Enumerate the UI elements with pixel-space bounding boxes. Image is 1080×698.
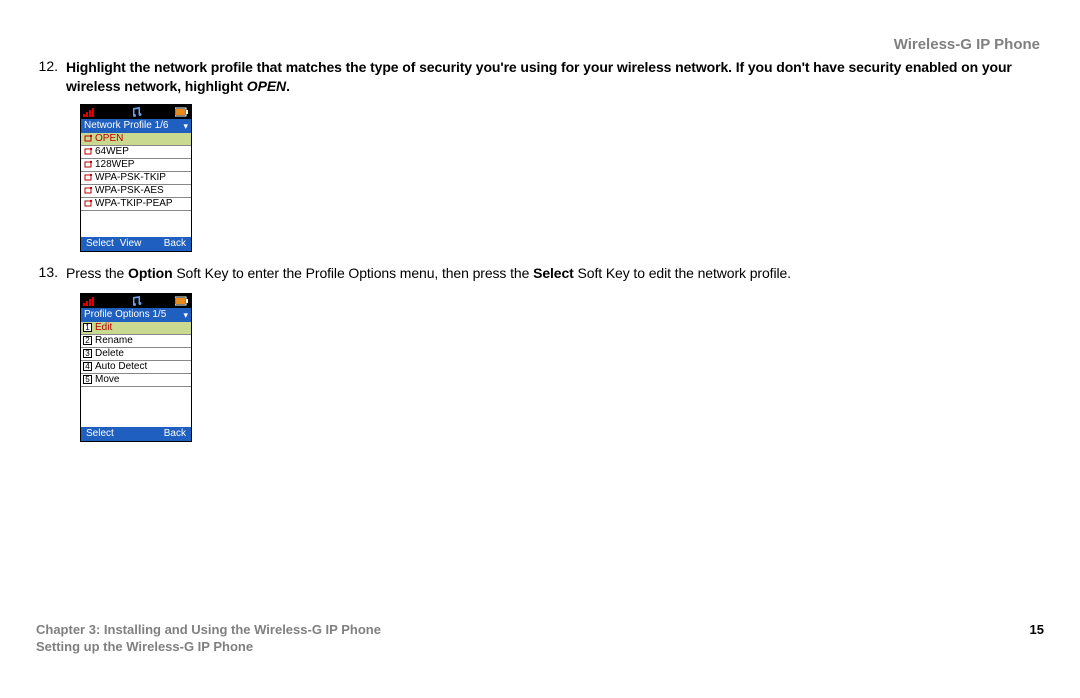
s13-p1: Press the [66, 265, 128, 281]
phone1-title: Network Profile 1/6 [84, 119, 168, 133]
phone1-row-open: OPEN [81, 133, 191, 146]
phone2-row-4-label: Move [95, 374, 119, 386]
phone-status-bar [81, 294, 191, 308]
phone1-softkey-center: View [117, 238, 145, 249]
phone1-softkey-right: Back [161, 238, 189, 249]
phone1-list: OPEN 64WEP 128WEP WPA-PSK-TKIP WPA-PSK-A… [81, 133, 191, 211]
phone1-row-3-label: WPA-PSK-TKIP [95, 172, 166, 184]
footer-page-number: 15 [1030, 622, 1044, 637]
step-13: 13. Press the Option Soft Key to enter t… [36, 264, 1044, 283]
phone1-row-4-label: WPA-PSK-AES [95, 185, 164, 197]
profile-icon [83, 186, 93, 196]
profile-icon [83, 160, 93, 170]
phone-screenshot-profile-options: Profile Options 1/5 ▾ 1 Edit 2 Rename 3 … [80, 293, 192, 442]
phone2-row-0-label: Edit [95, 322, 112, 334]
phone1-softkey-bar: Select View Back [81, 237, 191, 251]
step-12-open-word: OPEN [247, 78, 286, 94]
phone1-row-2-label: 128WEP [95, 159, 134, 171]
phone1-row-5-label: WPA-TKIP-PEAP [95, 198, 173, 210]
phone2-row-3-label: Auto Detect [95, 361, 147, 373]
s13-b1: Option [128, 265, 173, 281]
battery-icon [175, 107, 189, 117]
footer-section: Setting up the Wireless-G IP Phone [36, 639, 1044, 654]
row-index-3: 3 [83, 349, 92, 358]
phone2-row-edit: 1 Edit [81, 322, 191, 335]
s13-b2: Select [533, 265, 574, 281]
phone1-row-0-label: OPEN [95, 133, 123, 145]
phone2-softkey-right: Back [161, 428, 189, 439]
step-12-text-after: . [286, 78, 290, 94]
step-12-number: 12. [36, 58, 66, 96]
phone1-row-wpa-tkip-peap: WPA-TKIP-PEAP [81, 198, 191, 211]
signal-icon [83, 296, 97, 306]
phone1-row-64wep: 64WEP [81, 146, 191, 159]
row-index-4: 4 [83, 362, 92, 371]
phone2-title: Profile Options 1/5 [84, 308, 166, 322]
phone1-row-wpa-psk-tkip: WPA-PSK-TKIP [81, 172, 191, 185]
phone2-row-delete: 3 Delete [81, 348, 191, 361]
music-icon [130, 296, 142, 306]
phone-screenshot-network-profile: Network Profile 1/6 ▾ OPEN 64WEP 128WEP [80, 104, 192, 252]
row-index-5: 5 [83, 375, 92, 384]
footer-chapter: Chapter 3: Installing and Using the Wire… [36, 622, 381, 637]
phone1-row-wpa-psk-aes: WPA-PSK-AES [81, 185, 191, 198]
phone2-list: 1 Edit 2 Rename 3 Delete 4 Auto Detect 5 [81, 322, 191, 387]
phone2-row-1-label: Rename [95, 335, 133, 347]
profile-icon [83, 199, 93, 209]
phone2-row-2-label: Delete [95, 348, 124, 360]
phone2-softkey-left: Select [83, 428, 117, 439]
signal-icon [83, 107, 97, 117]
arrow-down-icon: ▾ [183, 119, 188, 133]
phone-title-bar: Network Profile 1/6 ▾ [81, 119, 191, 133]
profile-icon [83, 134, 93, 144]
header-product-name: Wireless-G IP Phone [894, 36, 1040, 53]
step-12-text: Highlight the network profile that match… [66, 58, 1044, 96]
row-index-2: 2 [83, 336, 92, 345]
phone-status-bar [81, 105, 191, 119]
phone1-empty-area [81, 211, 191, 237]
phone2-row-rename: 2 Rename [81, 335, 191, 348]
phone1-row-128wep: 128WEP [81, 159, 191, 172]
step-13-number: 13. [36, 264, 66, 283]
battery-icon [175, 296, 189, 306]
phone2-row-move: 5 Move [81, 374, 191, 387]
phone2-empty-area [81, 387, 191, 427]
phone2-row-auto-detect: 4 Auto Detect [81, 361, 191, 374]
page-footer: Chapter 3: Installing and Using the Wire… [36, 622, 1044, 654]
s13-p2: Soft Key to enter the Profile Options me… [173, 265, 534, 281]
music-icon [130, 107, 142, 117]
s13-p3: Soft Key to edit the network profile. [574, 265, 791, 281]
step-12: 12. Highlight the network profile that m… [36, 58, 1044, 96]
phone1-row-1-label: 64WEP [95, 146, 129, 158]
profile-icon [83, 147, 93, 157]
phone1-softkey-left: Select [83, 238, 117, 249]
row-index-1: 1 [83, 323, 92, 332]
phone2-title-bar: Profile Options 1/5 ▾ [81, 308, 191, 322]
profile-icon [83, 173, 93, 183]
step-13-text: Press the Option Soft Key to enter the P… [66, 264, 1044, 283]
phone2-softkey-bar: Select Back [81, 427, 191, 441]
arrow-down-icon: ▾ [183, 308, 188, 322]
step-12-text-before: Highlight the network profile that match… [66, 59, 1012, 94]
